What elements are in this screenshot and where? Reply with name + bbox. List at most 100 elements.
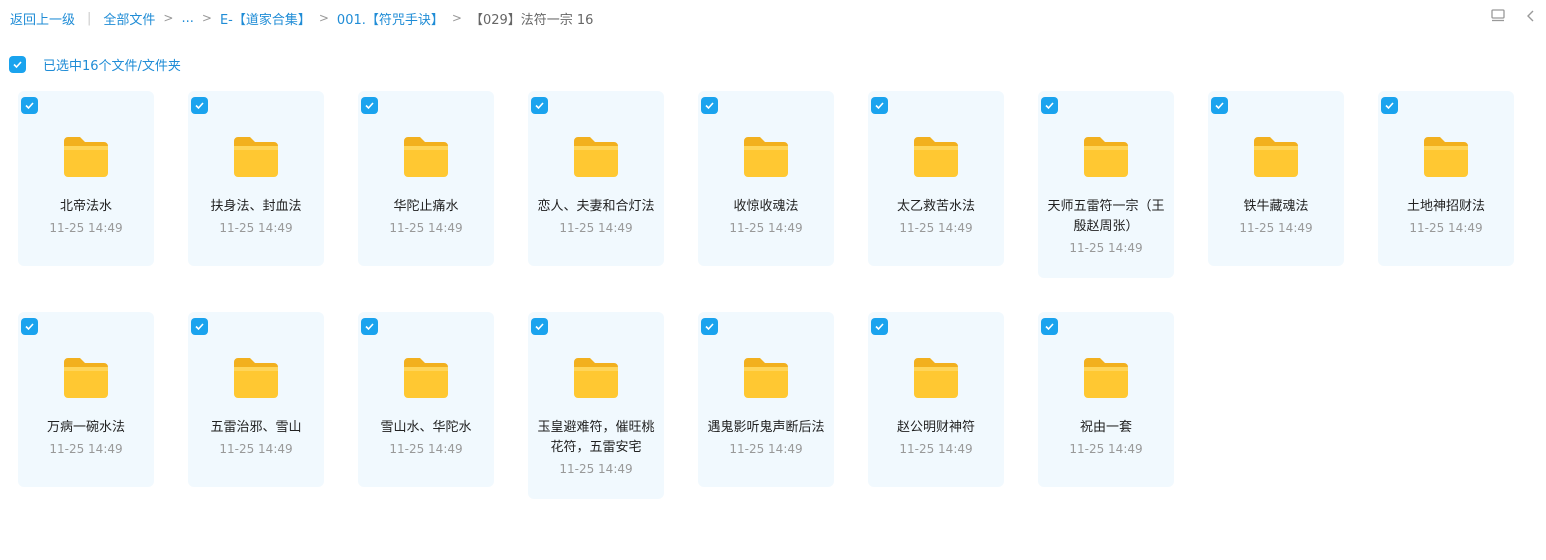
- item-checkbox[interactable]: [531, 318, 548, 335]
- folder-item[interactable]: 雪山水、华陀水 11-25 14:49: [358, 312, 494, 487]
- item-name-block: 扶身法、封血法 11-25 14:49: [196, 197, 316, 238]
- item-name: 祝由一套: [1079, 420, 1132, 435]
- folder-icon: [744, 358, 788, 398]
- folder-icon-wrap: [62, 135, 110, 179]
- item-checkbox[interactable]: [871, 97, 888, 114]
- item-checkbox[interactable]: [701, 97, 718, 114]
- folder-icon-wrap: [1252, 135, 1300, 179]
- item-time: 11-25 14:49: [219, 442, 293, 456]
- item-time: 11-25 14:49: [389, 221, 463, 235]
- checkmark-icon: [1045, 102, 1054, 110]
- folder-item[interactable]: 天师五雷符一宗（王殷赵周张） 11-25 14:49: [1038, 91, 1174, 278]
- item-time: 11-25 14:49: [1069, 241, 1143, 255]
- folder-icon: [574, 358, 618, 398]
- item-time: 11-25 14:49: [1069, 442, 1143, 456]
- item-time: 11-25 14:49: [899, 221, 973, 235]
- item-checkbox[interactable]: [531, 97, 548, 114]
- folder-icon-wrap: [1082, 135, 1130, 179]
- file-grid: 北帝法水 11-25 14:49 扶身法、封血法 11-25 14:49 华陀止痛水 11…: [0, 0, 1546, 560]
- folder-icon-wrap: [742, 135, 790, 179]
- item-time: 11-25 14:49: [1409, 221, 1483, 235]
- folder-icon: [234, 137, 278, 177]
- item-checkbox[interactable]: [191, 318, 208, 335]
- folder-item[interactable]: 遇鬼影听鬼声断后法 11-25 14:49: [698, 312, 834, 487]
- item-name: 铁牛藏魂法: [1243, 199, 1309, 214]
- folder-item[interactable]: 太乙救苦水法 11-25 14:49: [868, 91, 1004, 266]
- folder-icon-wrap: [912, 356, 960, 400]
- item-name-block: 遇鬼影听鬼声断后法 11-25 14:49: [706, 418, 826, 459]
- item-time: 11-25 14:49: [49, 442, 123, 456]
- item-name: 北帝法水: [59, 199, 112, 214]
- checkmark-icon: [875, 102, 884, 110]
- folder-icon: [1084, 137, 1128, 177]
- item-time: 11-25 14:49: [729, 221, 803, 235]
- item-checkbox[interactable]: [1381, 97, 1398, 114]
- checkmark-icon: [365, 323, 374, 331]
- item-time: 11-25 14:49: [1239, 221, 1313, 235]
- folder-icon: [404, 358, 448, 398]
- item-checkbox[interactable]: [701, 318, 718, 335]
- item-checkbox[interactable]: [191, 97, 208, 114]
- folder-item[interactable]: 收惊收魂法 11-25 14:49: [698, 91, 834, 266]
- folder-icon: [1424, 137, 1468, 177]
- item-name: 恋人、夫妻和合灯法: [537, 199, 655, 214]
- folder-item[interactable]: 赵公明财神符 11-25 14:49: [868, 312, 1004, 487]
- folder-item[interactable]: 华陀止痛水 11-25 14:49: [358, 91, 494, 266]
- folder-item[interactable]: 北帝法水 11-25 14:49: [18, 91, 154, 266]
- item-name: 收惊收魂法: [733, 199, 799, 214]
- folder-icon: [64, 358, 108, 398]
- checkmark-icon: [195, 323, 204, 331]
- item-name-block: 土地神招财法 11-25 14:49: [1386, 197, 1506, 238]
- item-name-block: 赵公明财神符 11-25 14:49: [876, 418, 996, 459]
- item-name: 扶身法、封血法: [210, 199, 302, 214]
- folder-icon-wrap: [402, 356, 450, 400]
- folder-item[interactable]: 五雷治邪、雪山 11-25 14:49: [188, 312, 324, 487]
- item-checkbox[interactable]: [1041, 97, 1058, 114]
- item-name-block: 铁牛藏魂法 11-25 14:49: [1216, 197, 1336, 238]
- folder-item[interactable]: 万病一碗水法 11-25 14:49: [18, 312, 154, 487]
- folder-item[interactable]: 玉皇避难符，催旺桃花符，五雷安宅 11-25 14:49: [528, 312, 664, 499]
- item-name: 赵公明财神符: [896, 420, 975, 435]
- folder-icon: [1084, 358, 1128, 398]
- checkmark-icon: [705, 323, 714, 331]
- checkmark-icon: [1385, 102, 1394, 110]
- folder-icon-wrap: [742, 356, 790, 400]
- folder-icon-wrap: [1082, 356, 1130, 400]
- folder-item[interactable]: 恋人、夫妻和合灯法 11-25 14:49: [528, 91, 664, 266]
- checkmark-icon: [365, 102, 374, 110]
- item-checkbox[interactable]: [21, 97, 38, 114]
- item-checkbox[interactable]: [1211, 97, 1228, 114]
- item-time: 11-25 14:49: [899, 442, 973, 456]
- checkmark-icon: [705, 102, 714, 110]
- folder-item[interactable]: 祝由一套 11-25 14:49: [1038, 312, 1174, 487]
- item-checkbox[interactable]: [361, 318, 378, 335]
- item-name-block: 太乙救苦水法 11-25 14:49: [876, 197, 996, 238]
- folder-icon-wrap: [912, 135, 960, 179]
- item-name-block: 收惊收魂法 11-25 14:49: [706, 197, 826, 238]
- item-name-block: 玉皇避难符，催旺桃花符，五雷安宅 11-25 14:49: [536, 418, 656, 479]
- folder-item[interactable]: 铁牛藏魂法 11-25 14:49: [1208, 91, 1344, 266]
- item-name-block: 祝由一套 11-25 14:49: [1046, 418, 1166, 459]
- item-checkbox[interactable]: [21, 318, 38, 335]
- folder-icon-wrap: [402, 135, 450, 179]
- item-name-block: 万病一碗水法 11-25 14:49: [26, 418, 146, 459]
- item-name: 五雷治邪、雪山: [210, 420, 302, 435]
- item-checkbox[interactable]: [871, 318, 888, 335]
- item-checkbox[interactable]: [361, 97, 378, 114]
- item-name-block: 五雷治邪、雪山 11-25 14:49: [196, 418, 316, 459]
- checkmark-icon: [1045, 323, 1054, 331]
- folder-icon: [914, 137, 958, 177]
- folder-item[interactable]: 土地神招财法 11-25 14:49: [1378, 91, 1514, 266]
- item-time: 11-25 14:49: [49, 221, 123, 235]
- folder-item[interactable]: 扶身法、封血法 11-25 14:49: [188, 91, 324, 266]
- item-time: 11-25 14:49: [219, 221, 293, 235]
- checkmark-icon: [25, 102, 34, 110]
- item-name-block: 北帝法水 11-25 14:49: [26, 197, 146, 238]
- item-name: 万病一碗水法: [46, 420, 125, 435]
- folder-icon: [234, 358, 278, 398]
- item-checkbox[interactable]: [1041, 318, 1058, 335]
- item-name-block: 恋人、夫妻和合灯法 11-25 14:49: [536, 197, 656, 238]
- checkmark-icon: [1215, 102, 1224, 110]
- item-name-block: 天师五雷符一宗（王殷赵周张） 11-25 14:49: [1046, 197, 1166, 258]
- checkmark-icon: [195, 102, 204, 110]
